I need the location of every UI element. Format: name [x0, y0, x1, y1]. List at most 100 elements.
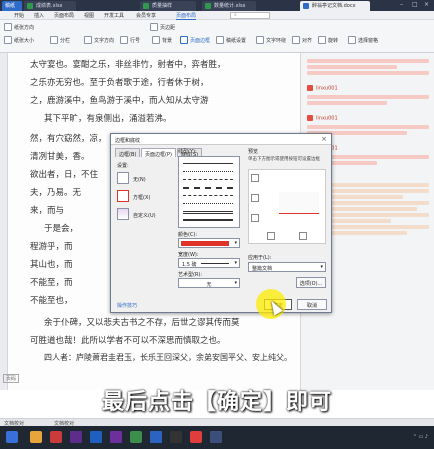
minimize-icon[interactable]: – — [400, 1, 403, 8]
app-icon[interactable] — [210, 431, 222, 443]
wrap-text-button[interactable]: 文字环绕 — [256, 36, 286, 44]
background-button[interactable]: 背景 — [152, 36, 172, 44]
menu-item[interactable]: 视图 — [84, 12, 94, 19]
columns-button[interactable]: 分栏 — [50, 36, 70, 44]
comment-text[interactable] — [307, 65, 397, 69]
border-right-toggle[interactable] — [299, 232, 307, 240]
premiere-icon[interactable] — [70, 431, 82, 443]
tab-page-border[interactable]: 页面边框(P) — [141, 148, 176, 158]
border-left-toggle[interactable] — [267, 232, 275, 240]
menu-item[interactable]: 开发工具 — [104, 12, 124, 19]
menu-item[interactable]: 会员专享 — [136, 12, 156, 19]
title-tab-bar: 稿纸 成绩表.xlsx 质量抽样 数量统计.xlsx 醉翁亭记文档.docx –… — [0, 0, 434, 11]
style-label: 线型(Y): — [178, 149, 197, 155]
cancel-button[interactable]: 取消 — [297, 299, 327, 310]
options-button[interactable]: 选项(O)... — [296, 277, 326, 288]
chevron-down-icon: ▾ — [234, 260, 237, 266]
doc-line: 四人者：庐陵萧君圭君玉，长乐王回深父，余弟安国平父、安上纯父。 — [44, 353, 292, 362]
columns-icon — [50, 36, 58, 44]
tab-2[interactable]: 数量统计.xlsx — [202, 1, 256, 11]
comment-text[interactable] — [307, 71, 429, 75]
comment-text[interactable] — [307, 59, 429, 63]
doc-line: 太守宴也。宴酣之乐，非丝非竹，射者中，弈者胜， — [30, 60, 226, 70]
align-button[interactable]: 对齐 — [292, 36, 312, 44]
close-icon[interactable]: × — [321, 135, 327, 143]
doc-line: 程游乎，而 — [30, 242, 73, 252]
rotate-button[interactable]: 旋转 — [318, 36, 338, 44]
width-select[interactable]: 1.5 磅 ▾ — [178, 258, 240, 268]
doc-line: 夫，乃易。无 — [30, 188, 82, 198]
wechat-icon[interactable] — [130, 431, 142, 443]
comment-user: linxu001 — [307, 115, 338, 122]
tab-3[interactable]: 醉翁亭记文档.docx — [300, 1, 370, 11]
setting-box-icon[interactable] — [117, 190, 129, 202]
preview-box[interactable] — [248, 169, 326, 244]
art-select[interactable]: 无 ▾ — [178, 278, 240, 288]
line-number-icon — [120, 36, 128, 44]
app-icon[interactable] — [170, 431, 182, 443]
apply-select[interactable]: 整篇文档 ▾ — [248, 262, 326, 272]
setting-none-icon[interactable] — [117, 172, 129, 184]
menu-item[interactable]: 插入 — [34, 12, 44, 19]
border-top-toggle[interactable] — [251, 174, 259, 182]
border-middle-toggle[interactable] — [251, 194, 259, 202]
orientation-button[interactable]: 纸张方向 — [4, 23, 34, 31]
premiere-icon[interactable] — [110, 431, 122, 443]
margins-button[interactable]: 页边距 — [150, 23, 175, 31]
tab-0[interactable]: 成绩表.xlsx — [24, 1, 76, 11]
doc-line: 其山也，而 — [30, 260, 73, 270]
menu-item-active[interactable]: 页面布局 — [176, 12, 197, 20]
apply-label: 应用于(L): — [248, 255, 272, 261]
record-icon[interactable] — [190, 431, 202, 443]
comment-text[interactable] — [307, 125, 429, 129]
paper-size-button[interactable]: 纸张大小 — [4, 36, 34, 44]
style-dashed[interactable] — [183, 179, 233, 180]
wrap-text-icon — [256, 36, 264, 44]
comment-text[interactable] — [307, 101, 387, 105]
orientation-icon — [4, 23, 12, 31]
doc-line: 之，鹿游溪中，鱼鸟游于溪中，而人知从太守游 — [30, 96, 209, 106]
photoshop-icon[interactable] — [90, 431, 102, 443]
start-icon[interactable] — [6, 431, 18, 443]
selection-pane-icon — [348, 36, 356, 44]
style-dash-dot-dot[interactable] — [183, 203, 233, 204]
app-menu-button[interactable]: 稿纸 — [2, 1, 22, 11]
text-direction-button[interactable]: 文字方向 — [84, 36, 114, 44]
wps-icon[interactable] — [50, 431, 62, 443]
excel-icon — [143, 3, 149, 9]
tab-1[interactable]: 质量抽样 — [140, 1, 196, 11]
style-dotted[interactable] — [183, 171, 233, 172]
menu-item[interactable]: 开始 — [14, 12, 24, 19]
draft-paper-button[interactable]: 稿纸设置 — [216, 36, 246, 44]
comment-text[interactable] — [307, 95, 429, 99]
paper-size-icon — [4, 36, 12, 44]
align-icon — [292, 36, 300, 44]
setting-custom-icon[interactable] — [117, 208, 129, 220]
line-number-button[interactable]: 行号 — [120, 36, 140, 44]
border-bottom-toggle[interactable] — [251, 214, 259, 222]
system-tray[interactable]: ⌃ ▭ ♪ — [413, 434, 428, 440]
maximize-icon[interactable]: □ — [412, 1, 418, 8]
style-solid[interactable] — [183, 163, 233, 164]
style-double[interactable] — [183, 211, 233, 214]
chevron-down-icon: ▾ — [234, 280, 237, 286]
selection-pane-button[interactable]: 选择窗格 — [348, 36, 378, 44]
menu-item[interactable]: 页面布局 — [54, 12, 74, 19]
word-icon — [303, 3, 309, 9]
close-icon[interactable]: × — [424, 1, 429, 8]
doc-line: 可胜道也哉！此所以学者不可以不深思而慎取之也。 — [30, 336, 226, 346]
style-dash-dot[interactable] — [183, 195, 233, 196]
style-thick[interactable] — [183, 219, 233, 221]
page-border-icon — [180, 36, 188, 44]
setting-none-label: 无(N) — [133, 177, 146, 183]
setting-box-label: 方框(X) — [133, 195, 151, 201]
help-link[interactable]: 操作技巧 — [117, 302, 137, 309]
word-icon[interactable] — [150, 431, 162, 443]
file-explorer-icon[interactable] — [30, 431, 42, 443]
style-dashed-bold[interactable] — [183, 187, 233, 189]
doc-line: 不能至，而 — [30, 278, 73, 288]
color-select[interactable]: ▾ — [178, 238, 240, 248]
page-border-button[interactable]: 页面边框 — [180, 36, 210, 44]
line-style-list[interactable] — [178, 156, 240, 228]
tab-borders[interactable]: 边框(B) — [115, 148, 141, 158]
